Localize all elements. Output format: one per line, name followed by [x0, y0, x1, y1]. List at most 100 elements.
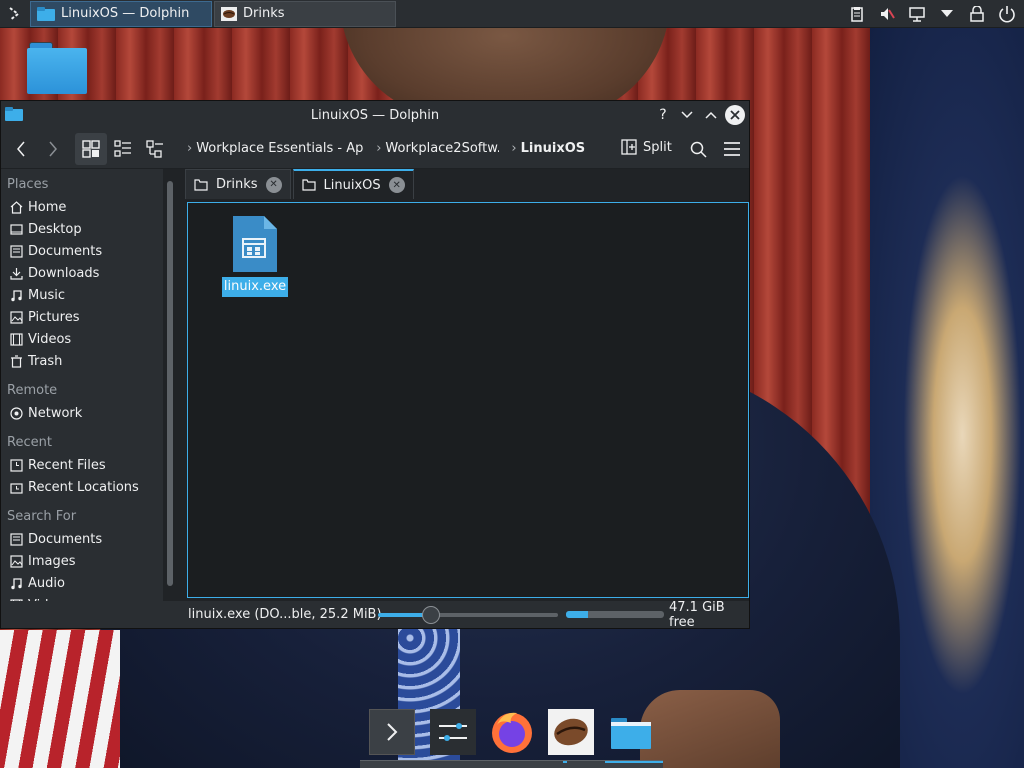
sidebar-item-label: Desktop: [28, 221, 82, 237]
dock-settings-button[interactable]: [430, 709, 476, 755]
zoom-slider[interactable]: [378, 606, 558, 624]
executable-file-icon: [233, 216, 277, 272]
dock-terminal-button[interactable]: [369, 709, 415, 755]
file-view[interactable]: linuix.exe: [187, 202, 749, 598]
compact-view-icon: [114, 139, 131, 157]
folder-icon: [611, 718, 651, 749]
task-drinks[interactable]: Drinks: [214, 0, 396, 27]
search-icon: [690, 141, 707, 158]
top-panel: LinuixOS — Dolphin Drinks: [0, 0, 1024, 28]
dock-active-indicator: [605, 761, 663, 763]
minimize-button[interactable]: [677, 104, 697, 126]
sidebar-scrollbar[interactable]: [167, 181, 173, 586]
zoom-slider-handle[interactable]: [422, 606, 440, 624]
sidebar-item-downloads[interactable]: Downloads: [1, 262, 163, 284]
sidebar-item-network[interactable]: Network: [1, 402, 163, 424]
clipboard-icon[interactable]: [844, 1, 870, 27]
desktop-folder-icon[interactable]: [27, 40, 87, 94]
folder-outline-icon: [194, 178, 208, 191]
sidebar-item-label: Documents: [28, 531, 103, 547]
images-icon: [9, 554, 23, 568]
sidebar-item-desktop[interactable]: Desktop: [1, 218, 163, 240]
sidebar-item-recent-locations[interactable]: Recent Locations: [1, 476, 163, 498]
back-button[interactable]: [5, 133, 37, 165]
chevron-down-icon: [681, 111, 693, 119]
sidebar-item-home[interactable]: Home: [1, 196, 163, 218]
compact-view-button[interactable]: [107, 133, 139, 165]
trash-icon: [9, 354, 23, 368]
grid-view-icon: [82, 139, 100, 158]
sidebar-item-label: Downloads: [28, 265, 100, 281]
breadcrumb: › Workplace Essentials - April › Workpla…: [187, 141, 585, 156]
sidebar-item-pictures[interactable]: Pictures: [1, 306, 163, 328]
search-button[interactable]: [682, 133, 714, 165]
folder-icon: [37, 6, 55, 21]
sidebar-item-trash[interactable]: Trash: [1, 350, 163, 372]
breadcrumb-current[interactable]: LinuixOS: [521, 141, 586, 156]
window-title: LinuixOS — Dolphin: [310, 107, 440, 123]
documents-icon: [9, 244, 23, 258]
dock-firefox-button[interactable]: [489, 709, 535, 755]
tab-linuixos[interactable]: LinuixOS ✕: [292, 169, 414, 199]
sidebar-item-search-documents[interactable]: Documents: [1, 528, 163, 550]
pictures-icon: [9, 310, 23, 324]
videos-icon: [9, 332, 23, 346]
network-wired-icon[interactable]: [904, 1, 930, 27]
sidebar-item-music[interactable]: Music: [1, 284, 163, 306]
split-button[interactable]: Split: [621, 139, 672, 155]
wallpaper-person-hand: [640, 690, 780, 768]
details-view-button[interactable]: [139, 133, 171, 165]
wallpaper-flag-stripes: [0, 630, 120, 768]
network-icon: [9, 406, 23, 420]
window-titlebar[interactable]: LinuixOS — Dolphin ?: [1, 101, 749, 129]
chevron-left-icon: [17, 141, 25, 156]
coffee-bean-icon: [221, 6, 237, 21]
sidebar-item-videos[interactable]: Videos: [1, 328, 163, 350]
sidebar-item-search-images[interactable]: Images: [1, 550, 163, 572]
tab-drinks[interactable]: Drinks ✕: [185, 169, 291, 199]
close-button[interactable]: [725, 105, 745, 125]
forward-button[interactable]: [37, 133, 69, 165]
downloads-icon: [9, 266, 23, 280]
dolphin-window: LinuixOS — Dolphin ? › Workplace Essenti…: [0, 100, 750, 629]
close-tab-button[interactable]: ✕: [388, 177, 405, 193]
chevron-right-icon: ›: [511, 141, 517, 156]
expand-tray-arrow-icon[interactable]: [934, 1, 960, 27]
sidebar-item-label: Home: [28, 199, 67, 215]
sidebar-item-recent-files[interactable]: Recent Files: [1, 454, 163, 476]
help-button[interactable]: ?: [653, 104, 673, 126]
documents-icon: [9, 532, 23, 546]
sidebar-header-recent: Recent: [7, 435, 52, 450]
sidebar-item-label: Recent Locations: [28, 479, 139, 495]
places-sidebar: Places Home Desktop Documents Downloads …: [1, 169, 163, 628]
sidebar-item-label: Recent Files: [28, 457, 106, 473]
icons-view-button[interactable]: [75, 132, 107, 165]
maximize-button[interactable]: [701, 104, 721, 126]
volume-muted-icon[interactable]: [874, 1, 900, 27]
sidebar-item-search-audio[interactable]: Audio: [1, 572, 163, 594]
recent-locations-icon: [9, 480, 23, 494]
hamburger-menu-icon: [724, 142, 740, 156]
file-item[interactable]: linuix.exe: [221, 215, 289, 297]
lock-screen-icon[interactable]: [964, 1, 990, 27]
status-text: linuix.exe (DO...ble, 25.2 MiB): [188, 607, 382, 622]
dock-drinks-button[interactable]: [548, 709, 594, 755]
free-space-label: 47.1 GiB free: [669, 599, 725, 629]
sidebar-item-documents[interactable]: Documents: [1, 240, 163, 262]
breadcrumb-item[interactable]: Workplace Essentials - April: [196, 141, 364, 156]
task-dolphin[interactable]: LinuixOS — Dolphin: [30, 0, 212, 27]
chevron-right-icon: ›: [376, 141, 382, 156]
dock-dolphin-button[interactable]: [608, 709, 654, 755]
chevron-right-icon: [49, 141, 57, 156]
hamburger-menu-button[interactable]: [716, 133, 748, 165]
close-tab-button[interactable]: ✕: [265, 176, 282, 193]
desktop-icon: [9, 222, 23, 236]
power-icon[interactable]: [994, 1, 1020, 27]
sidebar-item-label: Audio: [28, 575, 65, 591]
sidebar-item-label: Documents: [28, 243, 103, 259]
breadcrumb-item[interactable]: Workplace2Softw...: [385, 141, 499, 156]
application-launcher-icon[interactable]: [0, 0, 28, 28]
main-toolbar: › Workplace Essentials - April › Workpla…: [1, 129, 749, 169]
file-name: linuix.exe: [221, 277, 289, 297]
tab-bar: Drinks ✕ LinuixOS ✕: [185, 169, 749, 199]
